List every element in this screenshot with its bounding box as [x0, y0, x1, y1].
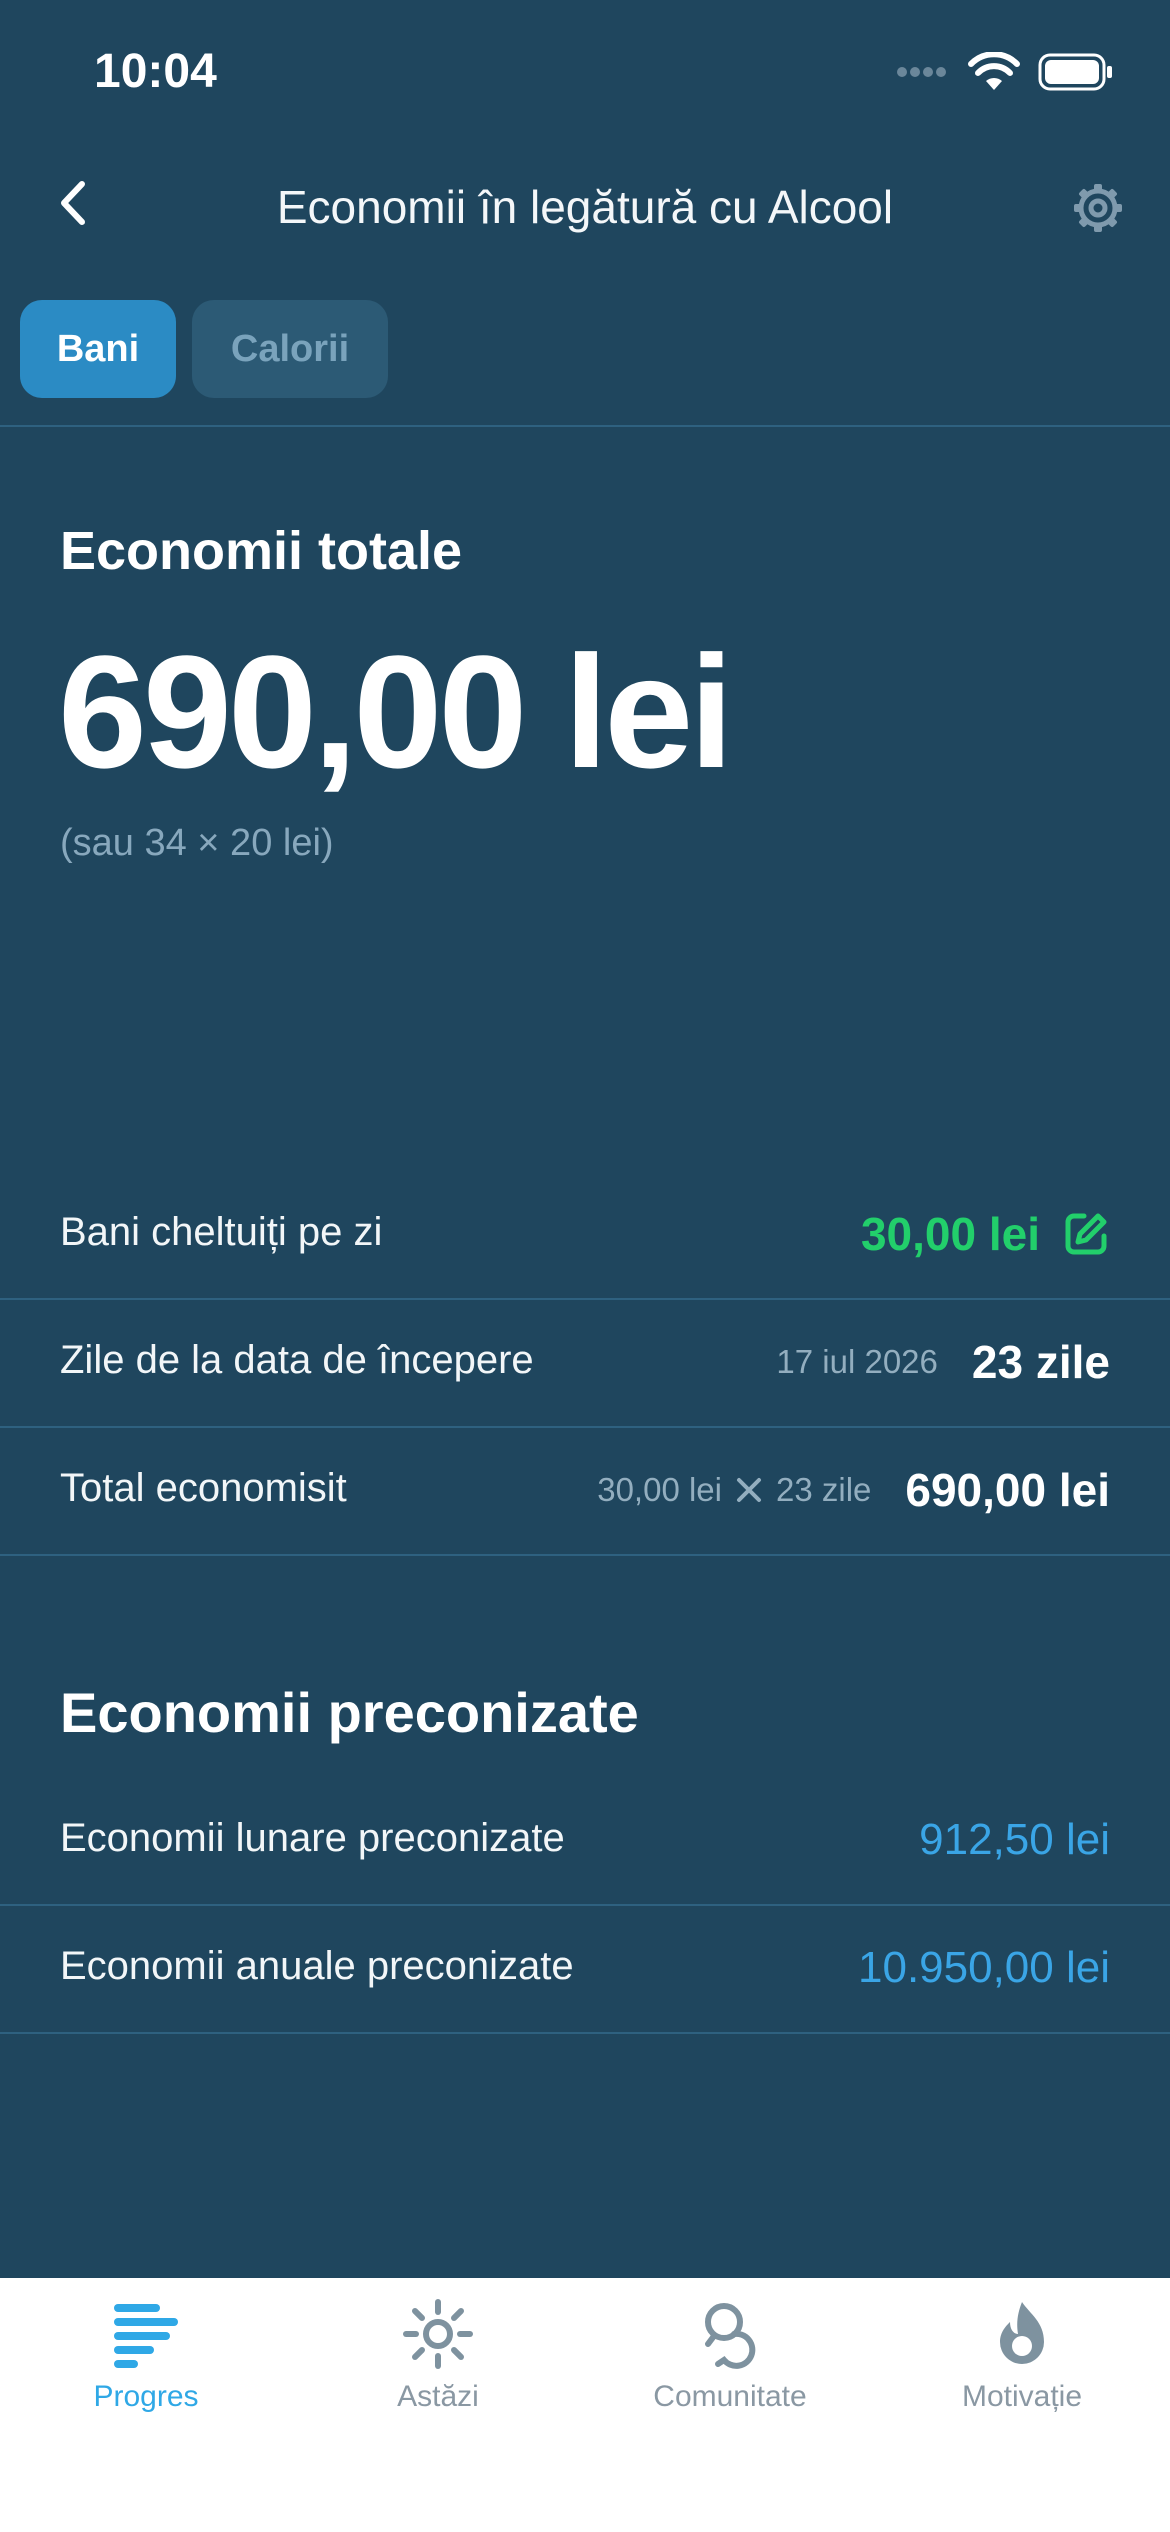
start-date: 17 iul 2026 [776, 1343, 938, 1380]
tab-motivatie-label: Motivație [961, 2380, 1083, 2413]
total-savings-heading: Economii totale [60, 521, 463, 581]
chat-bubbles-icon [705, 2303, 756, 2369]
daily-spend-row[interactable]: Bani cheltuiți pe zi 30,00 lei [0, 1170, 1170, 1300]
yearly-projection-label: Economii anuale preconizate [60, 1944, 574, 1988]
status-bar: 10:04 [0, 0, 1170, 150]
daily-spend-label: Bani cheltuiți pe zi [60, 1210, 383, 1254]
formula-days: 23 zile [775, 1471, 872, 1508]
days-since-start-row: Zile de la data de începere 17 iul 2026 … [0, 1298, 1170, 1428]
multiply-icon [736, 1478, 761, 1502]
divider [0, 425, 1170, 427]
status-icons [896, 52, 1114, 92]
wifi-icon [968, 52, 1020, 90]
navigation-bar: Economii în legătură cu Alcool [0, 160, 1170, 250]
tab-progres[interactable]: Progres [0, 2298, 292, 2414]
status-time: 10:04 [94, 45, 217, 98]
settings-button[interactable] [1068, 178, 1128, 238]
bottom-tab-bar: Progres Astăzi Comunitate Motivație [0, 2278, 1170, 2532]
edit-icon[interactable] [1062, 1210, 1110, 1258]
projected-savings-heading: Economii preconizate [60, 1681, 639, 1744]
formula-amount: 30,00 lei [597, 1471, 722, 1508]
daily-spend-value: 30,00 lei [860, 1208, 1040, 1260]
progress-bars-icon [114, 2304, 178, 2368]
tab-comunitate[interactable]: Comunitate [584, 2298, 876, 2414]
total-saved-row: Total economisit 30,00 lei 23 zile 690,0… [0, 1426, 1170, 1556]
days-since-start-label: Zile de la data de începere [60, 1338, 534, 1382]
battery-icon [1038, 53, 1112, 91]
yearly-projection-row: Economii anuale preconizate 10.950,00 le… [0, 1904, 1170, 2034]
gear-icon [1074, 184, 1122, 232]
segment-tabs: Bani Calorii [20, 300, 388, 398]
monthly-projection-value: 912,50 lei [919, 1815, 1110, 1864]
total-saved-label: Total economisit [60, 1466, 347, 1510]
page-title: Economii în legătură cu Alcool [276, 181, 894, 233]
tab-progres-label: Progres [93, 2380, 199, 2413]
tab-motivatie[interactable]: Motivație [876, 2298, 1168, 2414]
tab-bani[interactable]: Bani [20, 300, 176, 398]
tab-calorii[interactable]: Calorii [192, 300, 388, 398]
tab-comunitate-label: Comunitate [653, 2380, 807, 2413]
sun-icon [403, 2299, 473, 2369]
monthly-projection-label: Economii lunare preconizate [60, 1816, 565, 1860]
flame-icon [1000, 2302, 1044, 2364]
monthly-projection-row: Economii lunare preconizate 912,50 lei [0, 1776, 1170, 1906]
signal-icon [897, 67, 946, 77]
tab-astazi[interactable]: Astăzi [292, 2298, 584, 2414]
total-savings-equivalent: (sau 34 × 20 lei) [60, 822, 334, 864]
tab-astazi-label: Astăzi [397, 2380, 479, 2413]
yearly-projection-value: 10.950,00 lei [858, 1943, 1110, 1992]
days-count: 23 zile [971, 1336, 1110, 1388]
total-savings-amount: 690,00 lei [58, 622, 734, 801]
total-saved-value: 690,00 lei [905, 1464, 1110, 1516]
